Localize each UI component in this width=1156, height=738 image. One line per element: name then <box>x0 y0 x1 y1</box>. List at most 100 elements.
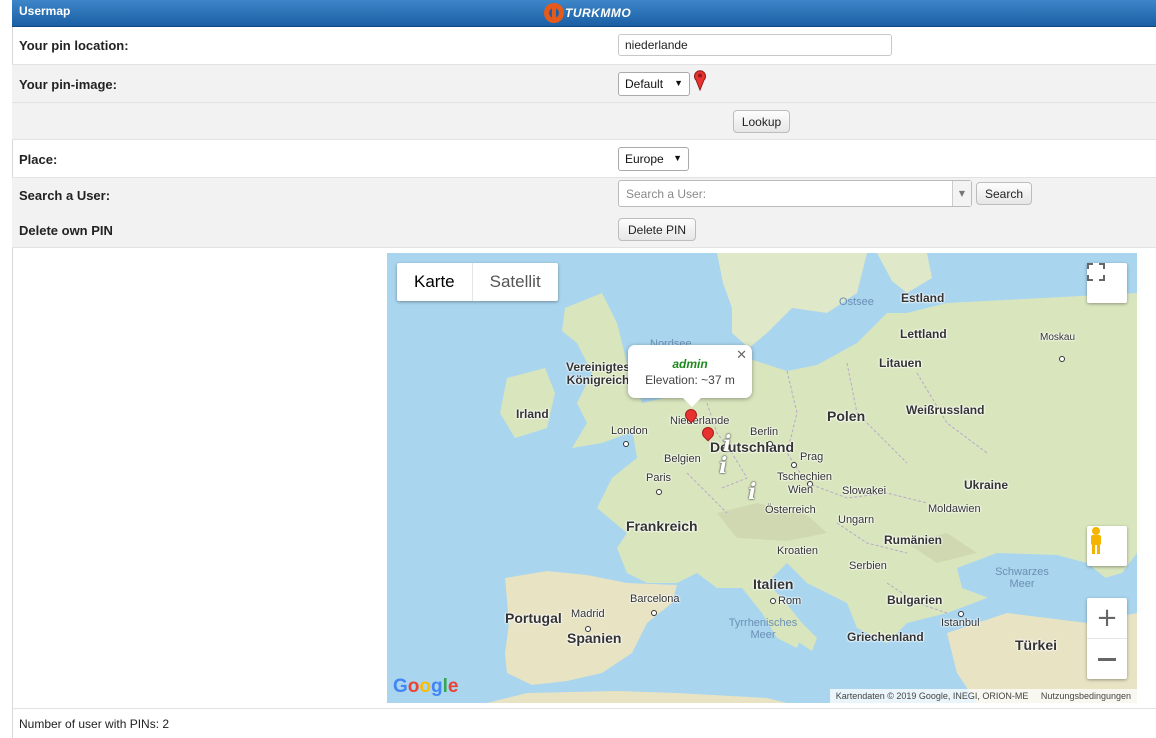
city-label: Wien <box>788 484 814 496</box>
city-label: Berlin <box>750 426 779 438</box>
zoom-in-button[interactable]: + <box>1087 598 1127 639</box>
country-label: Bulgarien <box>887 593 943 607</box>
lookup-button[interactable]: Lookup <box>733 110 790 133</box>
city-dot <box>767 441 773 447</box>
panel-header: Usermap TURKMMO <box>12 0 1156 27</box>
country-label: Moldawien <box>928 503 981 515</box>
row-pin-location: Your pin location: niederlande <box>12 27 1156 65</box>
google-map[interactable]: Karte Satellit + Ostsee Nordsee Schwarze… <box>387 253 1137 703</box>
sea-label: Ostsee <box>839 296 874 308</box>
country-label: Spanien <box>567 630 622 646</box>
map-type-karte[interactable]: Karte <box>397 263 472 301</box>
terms-link[interactable]: Nutzungsbedingungen <box>1041 691 1131 701</box>
place-label: Place: <box>19 152 58 167</box>
plus-icon: + <box>1096 603 1118 633</box>
pin-image-selected: Default <box>625 77 664 91</box>
info-elevation: Elevation: ~37 m <box>645 373 735 387</box>
country-label: Vereinigtes Königreich <box>565 360 631 387</box>
chevron-down-icon: ▼ <box>673 153 682 163</box>
place-selected: Europe <box>625 152 664 166</box>
country-label: Estland <box>901 291 945 305</box>
row-place: Place: Europe ▼ <box>12 140 1156 178</box>
country-label: Polen <box>827 408 866 424</box>
map-type-control: Karte Satellit <box>397 263 558 301</box>
search-user-combobox[interactable]: Search a User: ▼ <box>618 180 972 207</box>
country-label: Frankreich <box>626 518 698 534</box>
red-pin-icon <box>694 70 706 91</box>
city-dot <box>623 441 629 447</box>
city-label: Prag <box>800 451 824 463</box>
row-lookup: Lookup <box>12 103 1156 140</box>
pin-location-input[interactable]: niederlande <box>618 34 892 56</box>
map-attribution: Kartendaten © 2019 Google, INEGI, ORION-… <box>829 689 1137 703</box>
country-label: Slowakei <box>842 485 887 497</box>
pin-location-label: Your pin location: <box>19 38 129 53</box>
place-select[interactable]: Europe ▼ <box>618 147 689 171</box>
pin-image-select[interactable]: Default ▼ <box>618 72 690 96</box>
city-label: London <box>611 425 648 437</box>
country-label: Ukraine <box>964 478 1009 492</box>
city-dot <box>1059 356 1065 362</box>
search-button[interactable]: Search <box>976 182 1032 205</box>
chevron-down-icon: ▼ <box>674 78 683 88</box>
country-label: Litauen <box>879 356 922 370</box>
city-dot <box>656 489 662 495</box>
country-label: Niederlande <box>670 415 730 427</box>
delete-pin-button[interactable]: Delete PIN <box>618 218 696 241</box>
sea-label: Schwarzes Meer <box>995 566 1049 590</box>
chevron-down-icon[interactable]: ▼ <box>952 181 971 206</box>
info-marker-icon[interactable]: i <box>748 479 756 505</box>
city-label: Moskau <box>1040 332 1076 343</box>
delete-pin-label: Delete own PIN <box>19 223 113 238</box>
sea-label: Tyrrhenisches Meer <box>728 617 798 641</box>
country-label: Österreich <box>765 504 816 516</box>
fullscreen-icon <box>1087 263 1105 281</box>
country-label: Irland <box>516 407 549 421</box>
country-label: Kroatien <box>777 545 818 557</box>
pin-count-footer: Number of user with PINs: 2 <box>12 708 1156 738</box>
city-dot <box>651 610 657 616</box>
search-user-placeholder: Search a User: <box>626 187 707 201</box>
country-label: Italien <box>753 576 794 592</box>
map-type-satellit[interactable]: Satellit <box>471 263 558 301</box>
pin-count-text: Number of user with PINs: 2 <box>19 717 170 731</box>
city-label: Madrid <box>571 608 605 620</box>
country-label: Serbien <box>849 560 887 572</box>
country-label: Lettland <box>900 327 947 341</box>
google-logo[interactable]: Google <box>393 676 458 698</box>
country-label: Türkei <box>1015 637 1058 653</box>
country-label: Rumänien <box>884 533 943 547</box>
map-data-credit: Kartendaten © 2019 Google, INEGI, ORION-… <box>835 691 1029 701</box>
city-label: Istanbul <box>941 617 980 629</box>
site-logo[interactable]: TURKMMO <box>544 3 631 23</box>
panel-title: Usermap <box>19 4 71 18</box>
logo-icon <box>544 3 564 23</box>
info-user-name[interactable]: admin <box>628 357 752 371</box>
country-label: Griechenland <box>847 630 924 644</box>
country-label: Tschechien <box>777 471 833 483</box>
country-label: Weißrussland <box>906 403 985 417</box>
country-label: Portugal <box>505 610 562 626</box>
search-user-label: Search a User: <box>19 188 111 203</box>
city-label: Paris <box>646 472 672 484</box>
city-label: Barcelona <box>630 593 680 605</box>
minus-icon <box>1098 657 1116 661</box>
row-pin-image: Your pin-image: Default ▼ <box>12 65 1156 103</box>
info-marker-icon[interactable]: i <box>719 453 727 479</box>
city-dot <box>585 626 591 632</box>
zoom-control: + <box>1087 598 1127 679</box>
zoom-out-button[interactable] <box>1087 639 1127 679</box>
fullscreen-button[interactable] <box>1087 263 1127 303</box>
country-label: Belgien <box>664 453 701 465</box>
city-label: Rom <box>778 595 802 607</box>
city-dot <box>770 598 776 604</box>
street-view-button[interactable] <box>1087 526 1127 566</box>
country-label: Ungarn <box>838 514 875 526</box>
pin-image-label: Your pin-image: <box>19 77 117 92</box>
logo-text: TURKMMO <box>565 6 632 20</box>
row-delete-pin: Delete own PIN Delete PIN <box>12 213 1156 248</box>
row-search-user: Search a User: Search a User: ▼ Search <box>12 178 1156 213</box>
city-dot <box>791 462 797 468</box>
pegman-icon <box>1091 527 1101 554</box>
map-info-window: ✕ admin Elevation: ~37 m <box>628 345 752 407</box>
